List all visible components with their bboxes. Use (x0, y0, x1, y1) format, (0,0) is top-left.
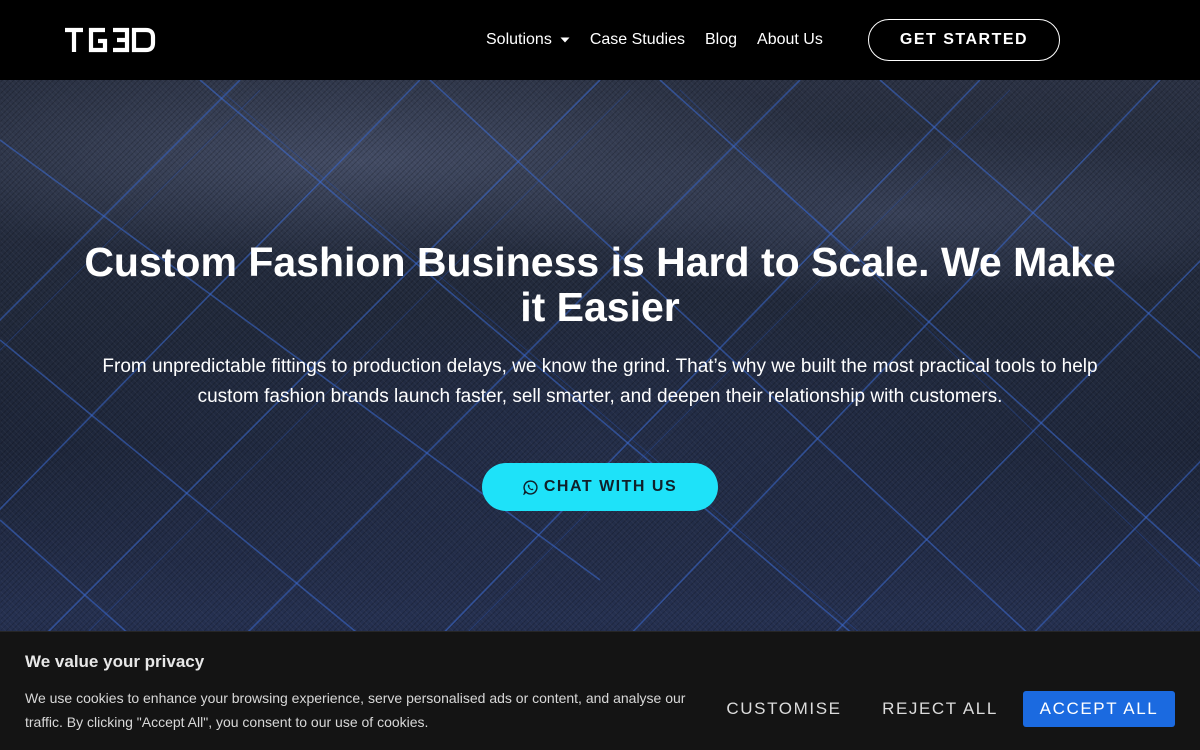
customise-button[interactable]: CUSTOMISE (716, 691, 852, 727)
logo-icon (65, 27, 156, 53)
brand-logo[interactable] (64, 27, 156, 53)
cookie-consent-banner: We value your privacy We use cookies to … (0, 631, 1200, 750)
nav-about-us[interactable]: About Us (757, 29, 823, 51)
nav-blog[interactable]: Blog (705, 29, 737, 51)
hero-title: Custom Fashion Business is Hard to Scale… (84, 239, 1116, 330)
nav-solutions[interactable]: Solutions (486, 29, 570, 51)
hero-subtitle: From unpredictable fittings to productio… (102, 356, 1098, 407)
whatsapp-icon (523, 479, 538, 495)
nav-case-studies[interactable]: Case Studies (590, 29, 685, 51)
chevron-down-icon (560, 37, 570, 43)
main-menu: Solutions Case Studies Blog About Us (486, 28, 823, 52)
accept-all-button[interactable]: ACCEPT ALL (1023, 691, 1175, 727)
chat-with-us-label: CHAT WITH US (543, 478, 678, 495)
cookie-description: We use cookies to enhance your browsing … (25, 690, 686, 730)
reject-all-button[interactable]: REJECT ALL (872, 691, 1008, 727)
nav-solutions-label: Solutions (486, 31, 552, 48)
top-nav: Solutions Case Studies Blog About Us GET… (0, 0, 1200, 80)
chat-with-us-button[interactable]: CHAT WITH US (482, 463, 718, 511)
get-started-button[interactable]: GET STARTED (868, 19, 1060, 61)
cookie-title: We value your privacy (25, 652, 205, 671)
